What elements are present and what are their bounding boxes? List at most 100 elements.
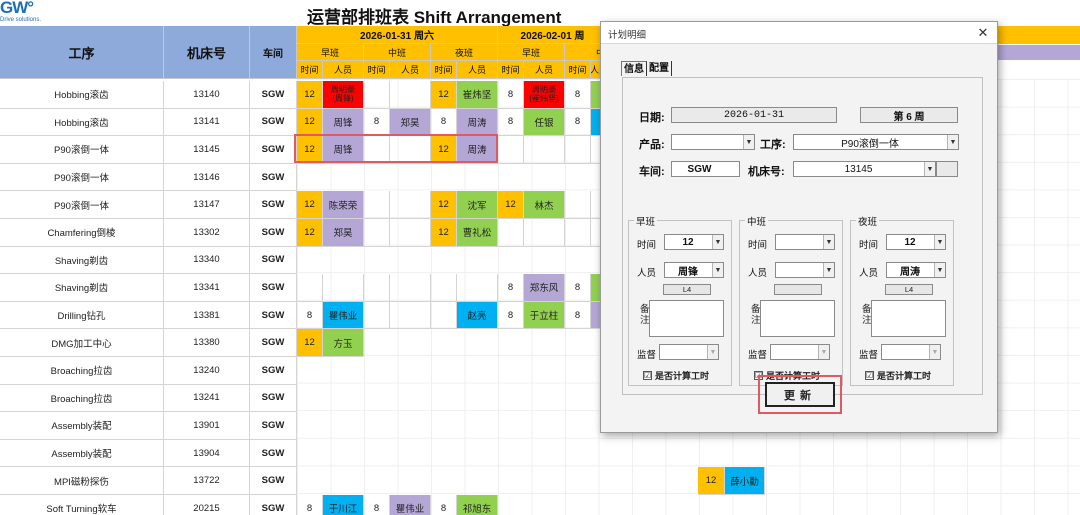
subheader-person[interactable]: 人员 [323, 61, 364, 79]
shift-person-cell[interactable]: 曹礼松 [457, 219, 498, 247]
shift-time-cell[interactable] [364, 301, 390, 330]
shift-person-cell[interactable]: 周明豪 (周锋) [323, 81, 364, 109]
shift-time-cell[interactable]: 8 [364, 108, 390, 137]
shift-time-cell[interactable] [498, 219, 524, 247]
subheader-time[interactable]: 时间 [297, 61, 323, 79]
chevron-down-icon[interactable]: ▼ [823, 263, 834, 277]
checkbox-icon[interactable]: ☑ [865, 371, 874, 380]
process-cell[interactable]: Shaving剃齿 [0, 246, 164, 275]
machine-cell[interactable]: 13722 [164, 467, 250, 495]
machine-cell[interactable]: 13145 [164, 136, 250, 164]
date-field[interactable]: 2026-01-31 [671, 107, 837, 123]
week-field[interactable]: 第 6 周 [860, 107, 958, 123]
subheader-time[interactable]: 时间 [431, 61, 457, 79]
header-date-1[interactable]: 2026-01-31 周六 [297, 26, 498, 44]
shift-time-cell[interactable] [431, 274, 457, 302]
shift-person-cell[interactable]: 于川江 [323, 495, 364, 515]
person-select[interactable]: ▼ [775, 262, 835, 278]
machine-select[interactable]: 13145 ▼ [793, 161, 936, 177]
shift-person-cell[interactable]: 郑东风 [524, 274, 565, 302]
chevron-down-icon[interactable]: ▼ [707, 345, 718, 359]
shift-person-cell[interactable]: 任银 [524, 108, 565, 137]
process-cell[interactable]: Chamfering倒棱 [0, 219, 164, 247]
shift-time-cell[interactable]: 8 [565, 108, 591, 137]
shift-person-cell[interactable]: 崔炜坚 [457, 81, 498, 109]
shift-extra-cell[interactable]: 12 [698, 467, 725, 495]
workshop-cell[interactable]: SGW [250, 246, 297, 275]
shift-person-cell[interactable]: 赵亮 [457, 301, 498, 330]
chevron-down-icon[interactable]: ▼ [712, 263, 723, 277]
update-button[interactable]: 更新 [765, 382, 835, 407]
shift-person-cell[interactable]: 周涛 [457, 108, 498, 137]
shift-time-cell[interactable]: 8 [364, 495, 390, 515]
machine-cell[interactable]: 13904 [164, 439, 250, 468]
shift-time-cell[interactable]: 8 [297, 301, 323, 330]
process-cell[interactable]: Assembly装配 [0, 439, 164, 468]
workshop-select[interactable]: SGW [671, 161, 740, 177]
person-select[interactable]: 周锋 ▼ [664, 262, 724, 278]
process-cell[interactable]: P90滚倒一体 [0, 136, 164, 164]
machine-cell[interactable]: 13340 [164, 246, 250, 275]
workshop-cell[interactable]: SGW [250, 163, 297, 192]
shift-time-cell[interactable]: 12 [297, 329, 323, 357]
shift-time-cell[interactable] [565, 219, 591, 247]
subheader-person[interactable]: 人员 [457, 61, 498, 79]
workshop-cell[interactable]: SGW [250, 467, 297, 495]
process-cell[interactable]: P90滚倒一体 [0, 191, 164, 219]
time-select[interactable]: ▼ [775, 234, 835, 250]
shift-person-cell[interactable]: 方玉 [323, 329, 364, 357]
shift-time-cell[interactable]: 8 [565, 301, 591, 330]
shift-person-cell[interactable] [390, 274, 431, 302]
close-icon[interactable]: ✕ [975, 25, 991, 41]
machine-cell[interactable]: 13140 [164, 81, 250, 109]
header-shift-night[interactable]: 夜班 [431, 44, 498, 61]
process-cell[interactable]: Shaving剃齿 [0, 274, 164, 302]
tab-info[interactable]: 信息 [621, 61, 647, 76]
process-cell[interactable]: Drilling钻孔 [0, 301, 164, 330]
shift-time-cell[interactable]: 12 [297, 136, 323, 164]
shift-time-cell[interactable] [431, 301, 457, 330]
workshop-cell[interactable]: SGW [250, 136, 297, 164]
header-machine[interactable]: 机床号 [164, 26, 250, 79]
shift-person-cell[interactable]: 于立柱 [524, 301, 565, 330]
shift-time-cell[interactable]: 12 [431, 136, 457, 164]
shift-time-cell[interactable]: 8 [431, 495, 457, 515]
chevron-down-icon[interactable]: ▼ [934, 263, 945, 277]
chevron-down-icon[interactable]: ▼ [823, 235, 834, 249]
header-date-2[interactable]: 2026-02-01 周 [498, 26, 608, 44]
process-cell[interactable]: Broaching拉齿 [0, 384, 164, 413]
process-cell[interactable]: Broaching拉齿 [0, 357, 164, 385]
machine-cell[interactable]: 13380 [164, 329, 250, 357]
shift-person-cell[interactable]: 周明豪 (崔炜坚) [524, 81, 565, 109]
shift-time-cell[interactable]: 12 [498, 191, 524, 219]
header-shift-mid[interactable]: 中班 [364, 44, 431, 61]
workshop-cell[interactable]: SGW [250, 495, 297, 515]
shift-person-cell[interactable]: 林杰 [524, 191, 565, 219]
shift-time-cell[interactable]: 12 [297, 108, 323, 137]
shift-person-cell[interactable]: 周涛 [457, 136, 498, 164]
process-cell[interactable]: DMG加工中心 [0, 329, 164, 357]
shift-person-cell[interactable]: 瞿伟业 [323, 301, 364, 330]
header-process[interactable]: 工序 [0, 26, 164, 79]
shift-time-cell[interactable] [565, 191, 591, 219]
shift-time-cell[interactable]: 8 [498, 81, 524, 109]
process-cell[interactable]: MPI磁粉探伤 [0, 467, 164, 495]
shift-person-cell[interactable] [390, 301, 431, 330]
shift-time-cell[interactable]: 8 [565, 81, 591, 109]
chevron-down-icon[interactable]: ▼ [712, 235, 723, 249]
shift-time-cell[interactable] [364, 136, 390, 164]
shift-person-cell[interactable] [390, 219, 431, 247]
process-cell[interactable]: Assembly装配 [0, 412, 164, 440]
machine-cell[interactable]: 13241 [164, 384, 250, 413]
machine-cell[interactable]: 13341 [164, 274, 250, 302]
subheader-person[interactable]: 人员 [524, 61, 565, 79]
workshop-cell[interactable]: SGW [250, 191, 297, 219]
process-cell[interactable]: Soft Turning软车 [0, 495, 164, 515]
shift-person-cell[interactable] [323, 274, 364, 302]
machine-extra-button[interactable] [936, 161, 958, 177]
process-cell[interactable]: Hobbing滚齿 [0, 81, 164, 109]
workshop-cell[interactable]: SGW [250, 274, 297, 302]
workshop-cell[interactable]: SGW [250, 108, 297, 137]
shift-person-cell[interactable]: 沈军 [457, 191, 498, 219]
shift-time-cell[interactable]: 12 [297, 81, 323, 109]
